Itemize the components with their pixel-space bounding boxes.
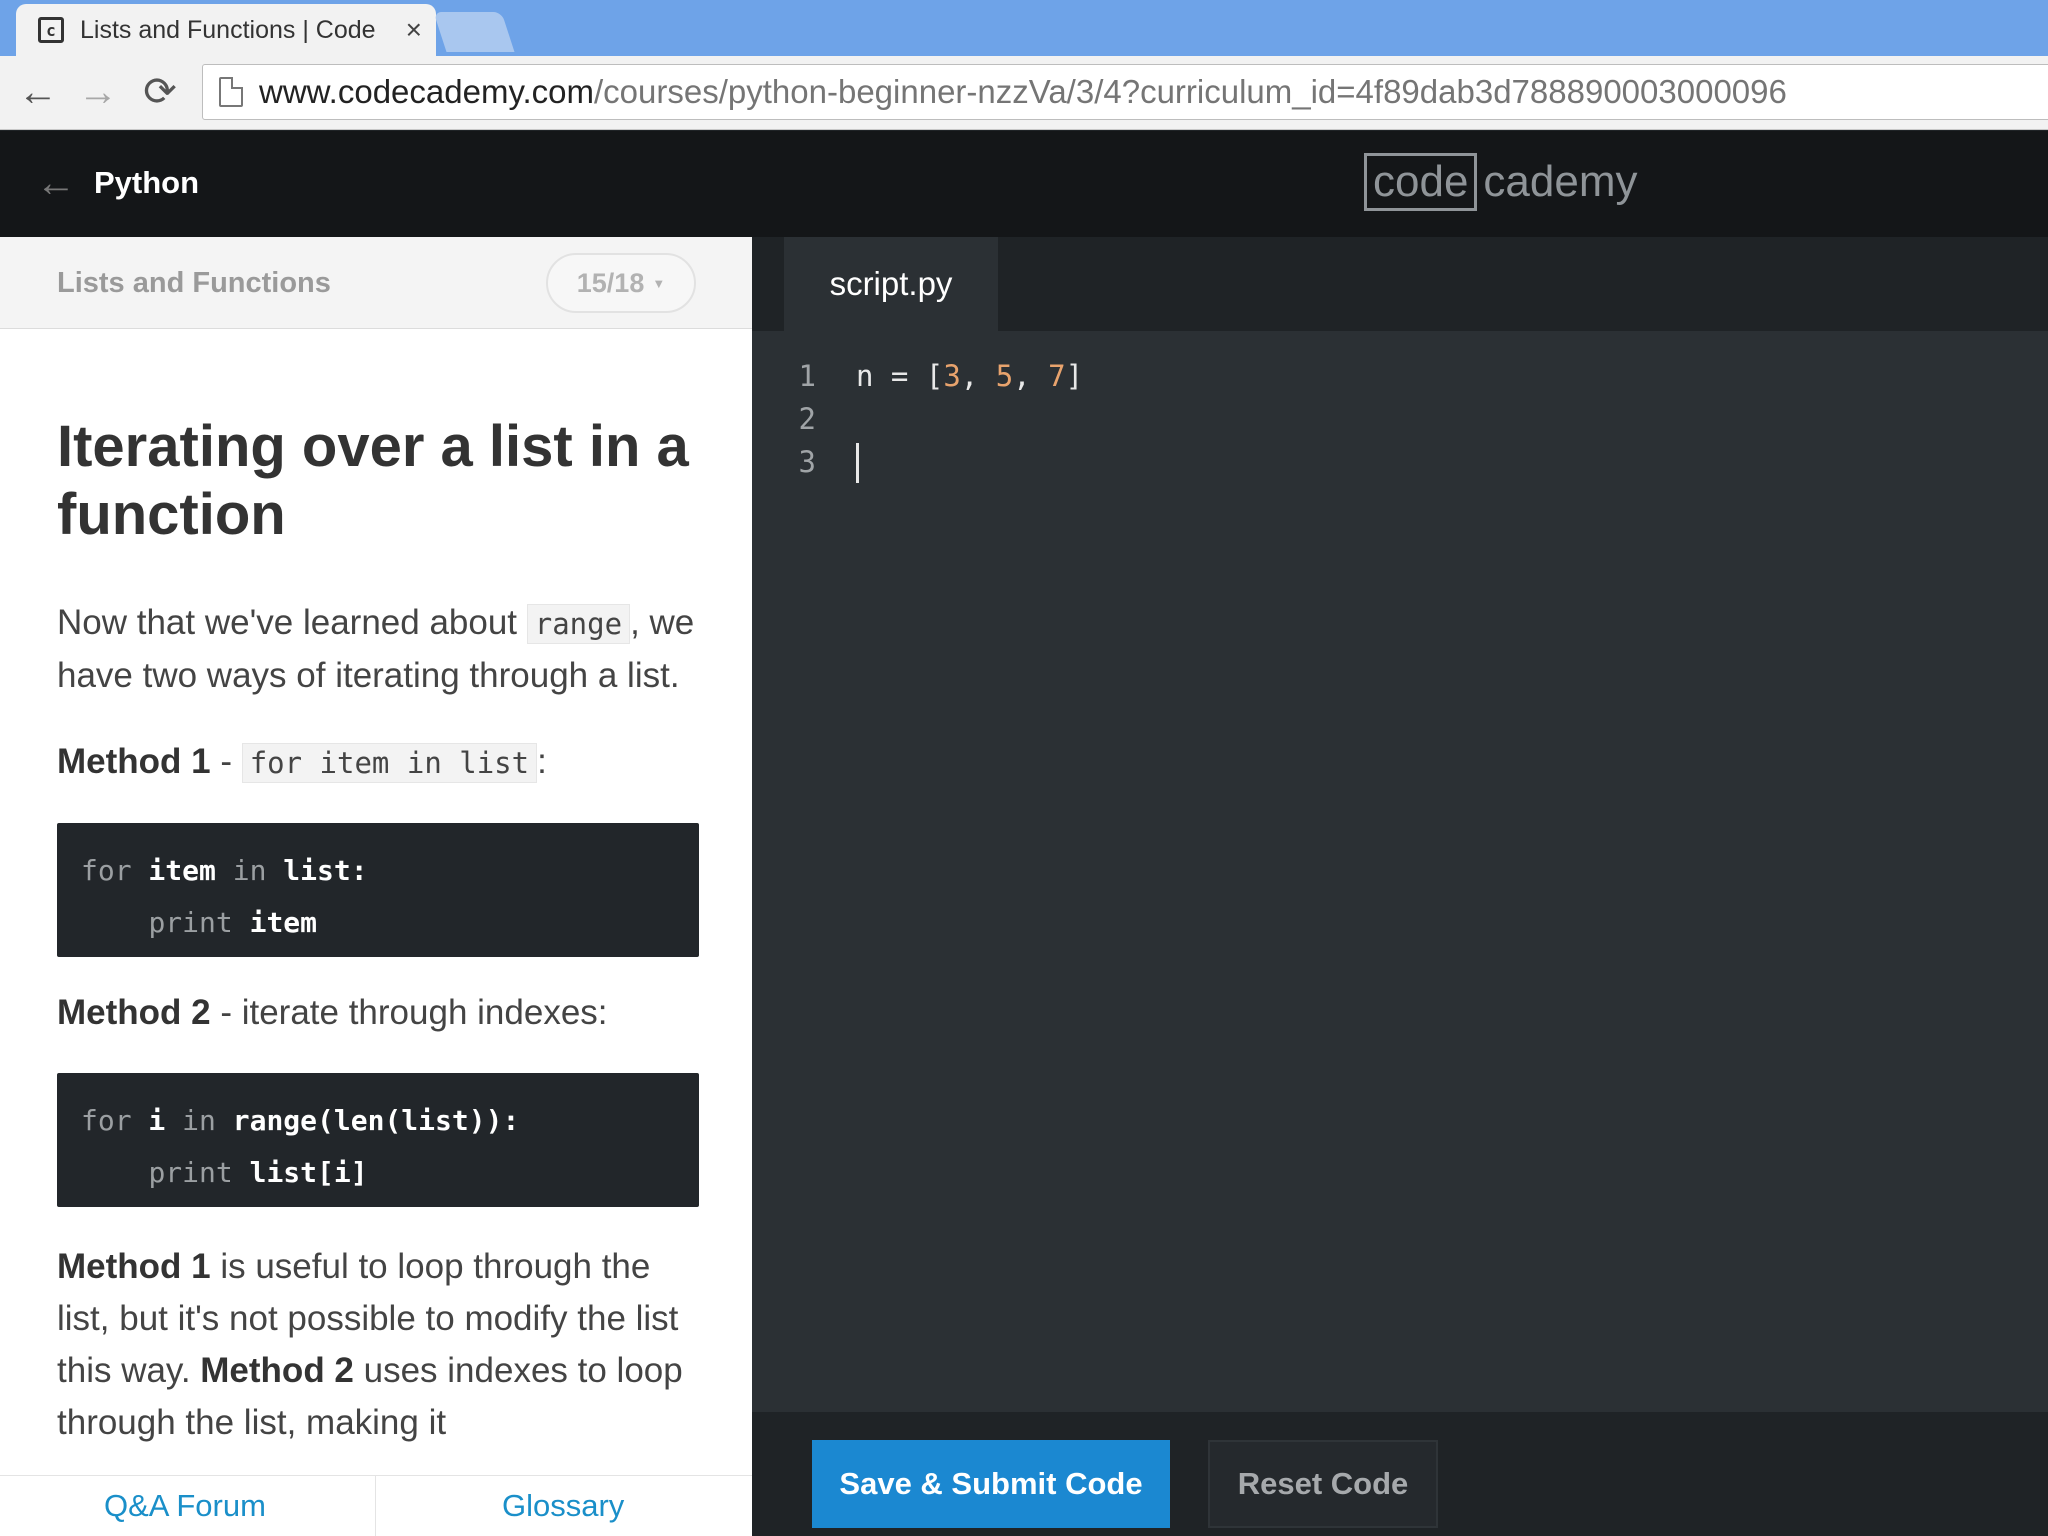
url-host: www.codecademy.com: [259, 73, 595, 110]
code-example-method2: for i in range(len(list)): print list[i]: [57, 1073, 699, 1207]
lesson-content: Iterating over a list in a function Now …: [57, 329, 699, 1449]
code2-line1: for i in range(len(list)):: [81, 1095, 675, 1147]
code-editor: script.py 1 n = [3, 5, 7] 2 3 Save & Sub…: [752, 237, 2048, 1536]
file-tab-script-py[interactable]: script.py: [784, 237, 998, 331]
progress-text: 15/18: [576, 267, 645, 298]
inline-code-method1: for item in list: [241, 743, 538, 783]
intro-text-before: Now that we've learned about: [57, 603, 527, 642]
code-keyword: for: [81, 1104, 132, 1137]
logo-code-part: code: [1364, 153, 1478, 211]
code-keyword: for: [81, 854, 132, 887]
line-number: 1: [798, 359, 816, 393]
code-example-method1: for item in list: print item: [57, 823, 699, 957]
line-number: 2: [798, 402, 816, 436]
line-source[interactable]: [856, 441, 859, 484]
codecademy-favicon-icon: c: [38, 17, 64, 43]
exercise-title: Iterating over a list in a function: [57, 414, 689, 547]
code-text: list[i]: [232, 1156, 368, 1189]
code1-line2: print item: [81, 897, 675, 949]
code-keyword: print: [148, 906, 233, 939]
url-path: /courses/python-beginner-nzzVa/3/4?curri…: [594, 73, 1787, 110]
course-title[interactable]: Python: [94, 165, 199, 201]
codecademy-logo[interactable]: code cademy: [1364, 153, 1638, 211]
summary-method1: Method 1: [57, 1247, 211, 1286]
editor-tab-bar: script.py: [752, 237, 2048, 331]
intro-paragraph: Now that we've learned about range, we h…: [57, 597, 699, 702]
method1-label: Method 1: [57, 742, 211, 781]
code-text: ,: [960, 359, 996, 393]
reload-icon[interactable]: ⟳: [136, 66, 184, 118]
code-line[interactable]: 3: [752, 441, 2048, 484]
summary-paragraph: Method 1 is useful to loop through the l…: [57, 1241, 699, 1449]
new-tab-button[interactable]: [433, 12, 515, 52]
instructions-footer: Q&A Forum Glossary: [0, 1475, 752, 1536]
code-text: item: [131, 854, 233, 887]
code-text: n = [: [856, 359, 944, 393]
back-arrow-icon[interactable]: ←: [14, 66, 62, 118]
code-number: 3: [943, 359, 961, 393]
exercise-progress-dropdown[interactable]: 15/18 ▼: [546, 253, 696, 313]
browser-tab[interactable]: c Lists and Functions | Code ×: [16, 4, 436, 56]
code-line[interactable]: 2: [752, 398, 2048, 441]
reset-code-button[interactable]: Reset Code: [1208, 1440, 1438, 1528]
code-text: i: [131, 1104, 183, 1137]
code-keyword: in: [232, 854, 267, 887]
code-number: 7: [1048, 359, 1066, 393]
lesson-name: Lists and Functions: [57, 267, 331, 299]
code-text: item: [232, 906, 318, 939]
code-keyword: print: [148, 1156, 233, 1189]
chevron-down-icon: ▼: [652, 275, 666, 291]
code-number: 5: [995, 359, 1014, 393]
code-text: list:: [266, 854, 368, 887]
editor-footer: Save & Submit Code Reset Code: [752, 1412, 2048, 1536]
url-text[interactable]: www.codecademy.com/courses/python-beginn…: [259, 73, 1787, 111]
code-keyword: in: [182, 1104, 216, 1137]
save-submit-button[interactable]: Save & Submit Code: [812, 1440, 1170, 1528]
text-cursor: [856, 443, 859, 483]
address-bar[interactable]: www.codecademy.com/courses/python-beginn…: [202, 64, 2048, 120]
glossary-link[interactable]: Glossary: [376, 1476, 752, 1536]
course-back-arrow-icon[interactable]: ←: [36, 163, 76, 203]
code-text: range(len(list)):: [215, 1104, 520, 1137]
instructions-panel: Lists and Functions 15/18 ▼ Iterating ov…: [0, 237, 752, 1536]
page-icon: [219, 77, 243, 107]
browser-toolbar: ← → ⟳ www.codecademy.com/courses/python-…: [0, 56, 2048, 130]
app-header: ← Python code cademy: [0, 131, 2048, 237]
tab-title: Lists and Functions | Code: [80, 15, 376, 44]
code1-line1: for item in list:: [81, 845, 675, 897]
method2-heading: Method 2 - iterate through indexes:: [57, 987, 699, 1039]
qa-forum-link[interactable]: Q&A Forum: [0, 1476, 376, 1536]
forward-arrow-icon[interactable]: →: [74, 66, 122, 118]
summary-method2: Method 2: [200, 1351, 354, 1390]
code2-line2: print list[i]: [81, 1147, 675, 1199]
code-line[interactable]: 1 n = [3, 5, 7]: [752, 355, 2048, 398]
method2-text: - iterate through indexes:: [210, 993, 608, 1032]
code-text: ,: [1013, 359, 1049, 393]
inline-code-range: range: [526, 604, 631, 644]
tab-close-icon[interactable]: ×: [406, 16, 422, 44]
code-text: ]: [1065, 359, 1084, 393]
line-number: 3: [798, 445, 816, 479]
lesson-bar: Lists and Functions 15/18 ▼: [0, 237, 752, 329]
browser-tab-strip: c Lists and Functions | Code ×: [0, 0, 2048, 56]
line-source[interactable]: n = [3, 5, 7]: [856, 355, 1083, 398]
method2-label: Method 2: [57, 993, 211, 1032]
method1-colon: :: [537, 742, 547, 781]
method1-heading: Method 1 - for item in list:: [57, 736, 699, 789]
method1-separator: -: [210, 742, 242, 781]
logo-cademy-part: cademy: [1483, 157, 1638, 206]
code-input-area[interactable]: 1 n = [3, 5, 7] 2 3: [752, 355, 2048, 484]
